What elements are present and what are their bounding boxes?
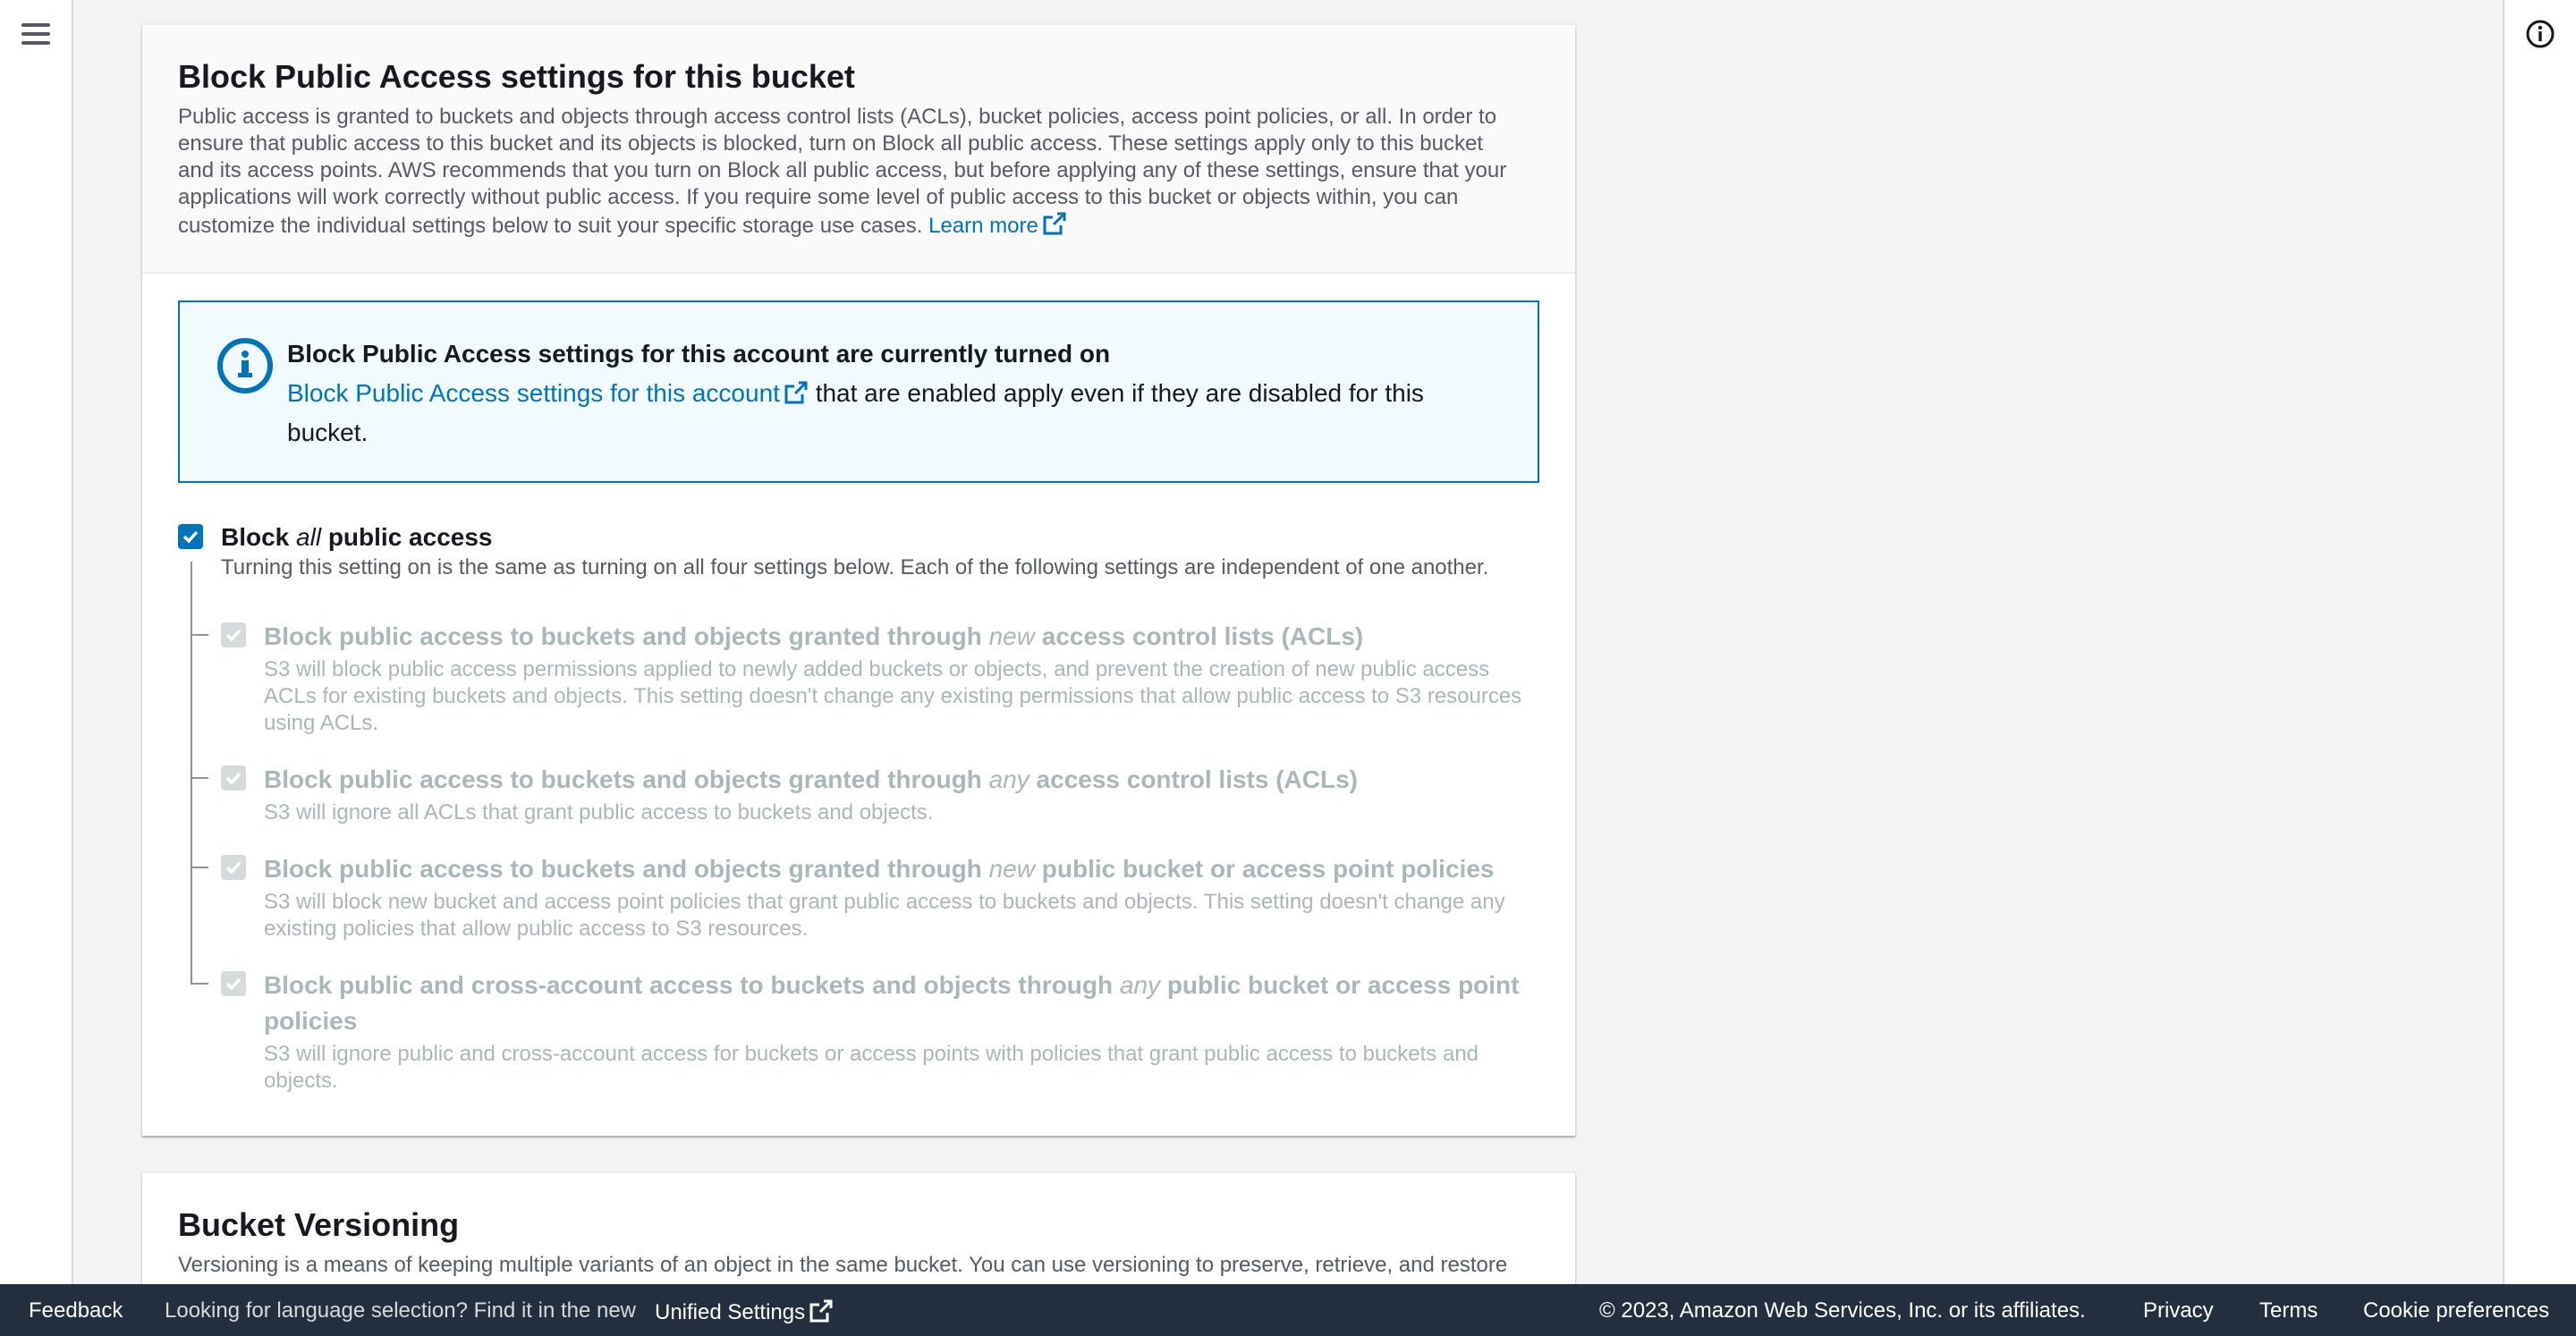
external-link-icon — [1043, 212, 1066, 235]
block-public-access-panel: Block Public Access settings for this bu… — [142, 25, 1575, 1136]
option-label-em: new — [988, 855, 1035, 883]
bpa-description: Public access is granted to buckets and … — [178, 104, 1539, 240]
alert-title: Block Public Access settings for this ac… — [287, 340, 1111, 368]
learn-more-link[interactable]: Learn more — [928, 212, 1067, 238]
block-new-acls-label: Block public access to buckets and objec… — [264, 619, 1552, 655]
bucket-versioning-panel: Bucket Versioning Versioning is a means … — [142, 1173, 1575, 1298]
block-all-label-post: public access — [321, 523, 493, 551]
hamburger-menu-icon[interactable] — [21, 21, 50, 47]
option-label-pre: Block public access to buckets and objec… — [264, 855, 989, 883]
account-bpa-info-alert: Block Public Access settings for this ac… — [178, 300, 1539, 483]
bpa-title: Block Public Access settings for this bu… — [178, 58, 855, 95]
block-all-description: Turning this setting on is the same as t… — [221, 555, 1489, 579]
block-any-policies-checkbox[interactable] — [221, 971, 246, 996]
tree-connector-line — [191, 562, 192, 984]
block-any-acls-checkbox[interactable] — [221, 765, 246, 791]
tree-connector-tick — [191, 983, 208, 985]
tree-connector-tick — [191, 777, 208, 779]
feedback-link[interactable]: Feedback — [29, 1298, 123, 1323]
block-new-policies-checkbox[interactable] — [221, 855, 246, 880]
unified-settings-label: Unified Settings — [655, 1300, 806, 1324]
option-label-em: any — [988, 765, 1030, 793]
alert-text: Block Public Access settings for this ac… — [287, 374, 1502, 452]
block-all-public-access-checkbox[interactable] — [178, 524, 203, 549]
copyright-text: © 2023, Amazon Web Services, Inc. or its… — [1599, 1298, 2086, 1323]
option-label-post: public bucket or access point policies — [1034, 855, 1495, 883]
option-label-em: new — [988, 622, 1035, 650]
checkmark-icon — [225, 629, 242, 642]
right-tools-rail — [2503, 0, 2576, 1284]
block-new-policies-label: Block public access to buckets and objec… — [264, 851, 1552, 887]
block-any-acls-description: S3 will ignore all ACLs that grant publi… — [264, 800, 934, 824]
option-label-pre: Block public access to buckets and objec… — [264, 765, 989, 793]
block-all-label-em: all — [296, 523, 322, 551]
option-label-pre: Block public access to buckets and objec… — [264, 622, 989, 650]
bpa-header: Block Public Access settings for this bu… — [142, 25, 1575, 274]
option-label-em: any — [1119, 971, 1161, 999]
versioning-description: Versioning is a means of keeping multipl… — [178, 1253, 1508, 1277]
info-icon[interactable] — [2524, 18, 2556, 50]
block-any-policies-description: S3 will ignore public and cross-account … — [264, 1042, 1479, 1093]
bpa-description-line-text: customize the individual settings below … — [178, 214, 923, 238]
account-bpa-settings-link-label: Block Public Access settings for this ac… — [287, 379, 780, 407]
checkmark-icon — [225, 772, 242, 785]
external-link-icon — [784, 381, 808, 404]
checkmark-icon — [225, 977, 242, 991]
option-label-pre: Block public and cross-account access to… — [264, 971, 1120, 999]
external-link-icon — [809, 1299, 833, 1323]
block-new-acls-checkbox[interactable] — [221, 622, 246, 647]
left-nav-rail — [0, 0, 73, 1284]
account-bpa-settings-link[interactable]: Block Public Access settings for this ac… — [287, 379, 809, 407]
info-circle-icon — [217, 338, 273, 393]
cookie-preferences-link[interactable]: Cookie preferences — [2363, 1298, 2549, 1323]
tree-connector-tick — [191, 634, 208, 636]
bpa-description-line: customize the individual settings below … — [178, 211, 1539, 240]
checkmark-icon — [225, 861, 242, 875]
bpa-description-line: and its access points. AWS recommends th… — [178, 158, 1507, 182]
block-any-policies-label: Block public and cross-account access to… — [264, 968, 1552, 1039]
privacy-link[interactable]: Privacy — [2143, 1298, 2214, 1323]
bpa-description-line: Public access is granted to buckets and … — [178, 105, 1497, 129]
tree-connector-tick — [191, 867, 208, 868]
learn-more-label: Learn more — [928, 214, 1038, 238]
language-selection-text: Looking for language selection? Find it … — [165, 1298, 637, 1323]
block-new-acls-description: S3 will block public access permissions … — [264, 657, 1522, 735]
bpa-description-line: ensure that public access to this bucket… — [178, 131, 1484, 156]
versioning-title: Bucket Versioning — [178, 1206, 460, 1243]
bpa-description-line: applications will work correctly without… — [178, 185, 1459, 209]
block-new-policies-description: S3 will block new bucket and access poin… — [264, 890, 1505, 941]
option-label-post: access control lists (ACLs) — [1034, 622, 1364, 650]
alert-text-after-link: that are enabled apply even if they are … — [815, 379, 1424, 407]
unified-settings-link[interactable]: Unified Settings — [655, 1298, 834, 1325]
block-all-label-pre: Block — [221, 523, 297, 551]
block-all-label: Block all public access — [221, 522, 492, 553]
console-footer: Feedback Looking for language selection?… — [0, 1284, 2576, 1336]
alert-text-line2: bucket. — [287, 419, 369, 446]
terms-link[interactable]: Terms — [2259, 1298, 2318, 1323]
option-label-post: access control lists (ACLs) — [1029, 765, 1358, 793]
checkmark-icon — [182, 530, 199, 544]
block-any-acls-label: Block public access to buckets and objec… — [264, 762, 1552, 798]
